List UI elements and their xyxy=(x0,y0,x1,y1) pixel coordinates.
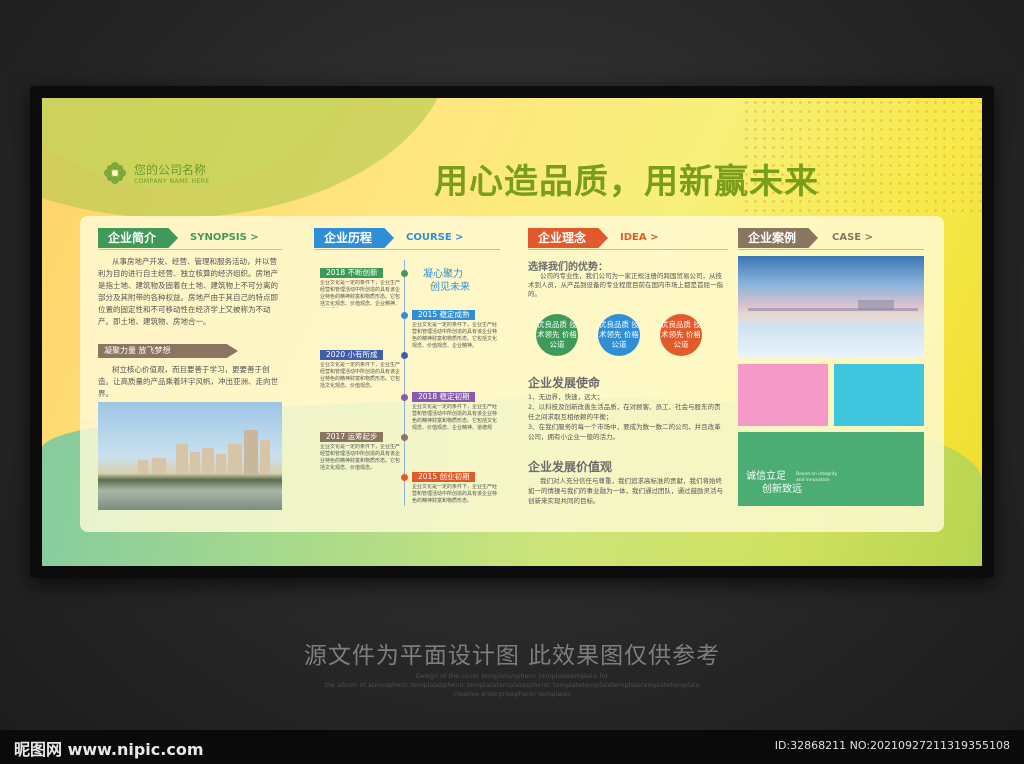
synopsis-body: 从事房地产开发、经营、管理和服务活动，并以营利为目的进行自主经营、独立核算的经济… xyxy=(98,257,278,326)
mission-item: 1、无边界，快速，远大； xyxy=(528,393,604,401)
timeline-item: 2018 稳定初期 企业文化是一定的条件下，企业生产经营和管理活动中所创造的具有… xyxy=(312,392,502,432)
case-tile-green: 诚信立足 创新致远 Based on integrity and innovat… xyxy=(738,432,924,506)
synopsis-tag: 企业简介 xyxy=(98,228,179,248)
case-tile-pink xyxy=(738,364,828,426)
advantage-circle-green: 优良品质 技术领先 价格公道 xyxy=(536,314,578,356)
timeline-label: 2018 稳定初期 xyxy=(412,392,476,402)
timeline-item: 2017 运筹起步 企业文化是一定的条件下，企业生产经营和管理活动中所创造的具有… xyxy=(312,432,502,472)
idea-tag: 企业理念 xyxy=(528,228,609,248)
mission-list: 1、无边界，快速，远大； 2、以科技及创新改善生活品质，在对顾客、员工、社会与股… xyxy=(528,392,724,442)
main-slogan: 用心造品质，用新赢未来 xyxy=(434,162,819,202)
synopsis-section: 企业简介 SYNOPSIS > 从事房地产开发、经营、管理和服务活动，并以营利为… xyxy=(94,216,284,532)
timeline-text: 企业文化是一定的条件下，企业生产经营和管理活动中所创造的具有该企业特色的精神财富… xyxy=(320,444,400,471)
divider xyxy=(528,249,728,250)
course-subtitle: COURSE > xyxy=(406,232,464,243)
content-panel: 企业简介 SYNOPSIS > 从事房地产开发、经营、管理和服务活动，并以营利为… xyxy=(80,216,944,532)
idea-subtitle: IDEA > xyxy=(620,232,659,243)
case-slogan-line-1: 诚信立足 xyxy=(746,471,786,482)
idea-section: 企业理念 IDEA > 选择我们的优势： 公司的专业性，我们公司为一家正规注册的… xyxy=(528,216,728,532)
case-slogan-en: Based on integrity and innovation xyxy=(796,472,837,484)
company-name: 您的公司名称 xyxy=(134,163,207,177)
timeline-text: 企业文化是一定的条件下，企业生产经营和管理活动中所创造的具有该企业特色的精神财富… xyxy=(320,280,400,307)
case-tag: 企业案例 xyxy=(738,228,819,248)
footer-en-line-3: creative enterprisephenic templates xyxy=(452,690,572,698)
timeline-label: 2015 稳定成熟 xyxy=(412,310,476,320)
timeline-dot xyxy=(401,474,408,481)
timeline-dot xyxy=(401,270,408,277)
timeline-label: 2015 创业初期 xyxy=(412,472,476,482)
timeline-text: 企业文化是一定的条件下，企业生产经营和管理活动中所创造的具有该企业特色的精神财富… xyxy=(412,322,498,349)
site-watermark: 昵图网 www.nipic.com xyxy=(14,740,204,759)
display-board: 您的公司名称 COMPANY NAME HERE 用心造品质，用新赢未来 企业简… xyxy=(42,98,982,566)
timeline-item: 2018 不断创新 企业文化是一定的条件下，企业生产经营和管理活动中所创造的具有… xyxy=(312,268,502,308)
case-section: 企业案例 CASE > 诚信立足 创新致远 Based on integrity… xyxy=(738,216,938,532)
flower-logo-icon xyxy=(102,160,128,186)
advantage-text: 公司的专业性，我们公司为一家正规注册的跨国贸易公司，从技术到人员，从产品到设备的… xyxy=(528,272,723,298)
timeline-dot xyxy=(401,352,408,359)
timeline-item: 2015 创业初期 企业文化是一定的条件下，企业生产经营和管理活动中所创造的具有… xyxy=(312,472,502,512)
mission-item: 2、以科技及创新改善生活品质，在对顾客、员工、社会与股东的责任之间求取互相依赖的… xyxy=(528,403,721,421)
footer-en-line-1: Design of the cover template/spheric tem… xyxy=(415,672,609,680)
divider xyxy=(738,249,924,250)
synopsis-body-2: 树立核心价值观，而且要善于学习，更要善于创造。让高质量的产品乘着环宇风帆，冲出亚… xyxy=(98,365,278,398)
course-tag: 企业历程 xyxy=(314,228,395,248)
disclaimer-text: 源文件为平面设计图 此效果图仅供参考 xyxy=(303,643,721,669)
case-subtitle: CASE > xyxy=(832,232,873,243)
timeline-label: 2018 不断创新 xyxy=(320,268,384,278)
timeline-item: 2015 稳定成熟 企业文化是一定的条件下，企业生产经营和管理活动中所创造的具有… xyxy=(312,310,502,350)
timeline-label: 2020 小有所成 xyxy=(320,350,384,360)
case-slogan: 诚信立足 创新致远 xyxy=(746,470,802,496)
timeline-dot xyxy=(401,394,408,401)
divider xyxy=(314,249,500,250)
case-tile-cyan xyxy=(834,364,924,426)
timeline-label: 2017 运筹起步 xyxy=(320,432,384,442)
advantage-circle-blue: 优良品质 技术领先 价格公道 xyxy=(598,314,640,356)
company-logo: 您的公司名称 COMPANY NAME HERE xyxy=(102,160,210,186)
timeline-dot xyxy=(401,434,408,441)
timeline-text: 企业文化是一定的条件下，企业生产经营和管理活动中所创造的具有该企业特色的精神财富… xyxy=(412,484,498,504)
watermark-bar: 昵图网 www.nipic.com ID:32868211 NO:2021092… xyxy=(0,730,1024,764)
synopsis-subtitle: SYNOPSIS > xyxy=(190,232,259,243)
image-id: ID:32868211 NO:20210927211319355108 xyxy=(774,739,1010,752)
synopsis-subheading: 凝聚力量 放飞梦想 xyxy=(98,344,238,358)
mission-item: 3、在我们服务的每一个市场中，要成为数一数二的公司，并且改革公司，拥有小企业一般… xyxy=(528,423,721,441)
sea-of-clouds-photo xyxy=(738,256,924,358)
mission-title: 企业发展使命 xyxy=(528,376,601,390)
timeline-item: 2020 小有所成 企业文化是一定的条件下，企业生产经营和管理活动中所创造的具有… xyxy=(312,350,502,390)
city-skyline-photo xyxy=(98,402,282,510)
course-section: 企业历程 COURSE > 凝心聚力 创见未来 2018 不断创新 企业文化是一… xyxy=(312,216,502,532)
company-name-en: COMPANY NAME HERE xyxy=(134,178,210,185)
values-text: 我们对人充分信任与尊重，我们追求高标准的贡献，我们将始终如一的情操与我们的事业融… xyxy=(528,477,723,505)
timeline-text: 企业文化是一定的条件下，企业生产经营和管理活动中所创造的具有该企业特色的精神财富… xyxy=(320,362,400,389)
advantage-circle-orange: 优良品质 技术领先 价格公道 xyxy=(660,314,702,356)
advantage-title: 选择我们的优势： xyxy=(528,262,608,273)
page: 您的公司名称 COMPANY NAME HERE 用心造品质，用新赢未来 企业简… xyxy=(0,0,1024,764)
timeline-dot xyxy=(401,312,408,319)
values-title: 企业发展价值观 xyxy=(528,460,613,474)
case-slogan-line-2: 创新致远 xyxy=(762,484,802,495)
timeline-text: 企业文化是一定的条件下，企业生产经营和管理活动中所创造的具有该企业特色的精神财富… xyxy=(412,404,498,431)
footer-en-line-2: the album of atmospheric templatesphenic… xyxy=(324,681,700,689)
case-slogan-en-line-2: and innovation xyxy=(796,478,830,483)
divider xyxy=(98,249,282,250)
